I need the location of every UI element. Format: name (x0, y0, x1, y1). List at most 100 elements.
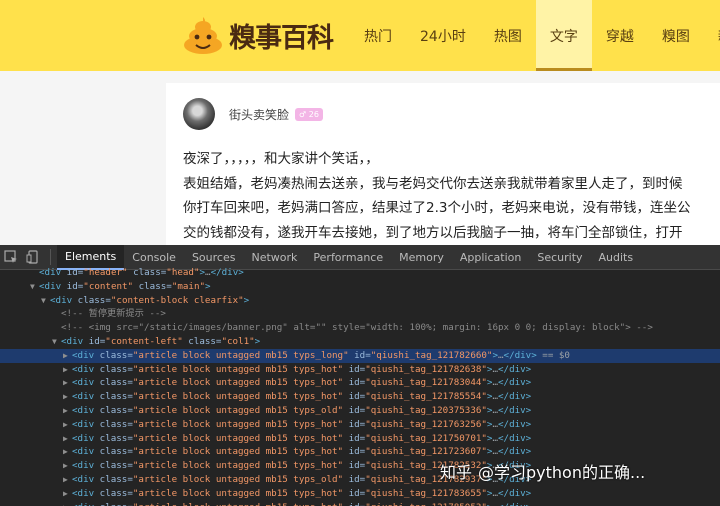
dom-node[interactable]: ▼ <div id="content" class="main"> (0, 280, 720, 294)
dom-node[interactable]: ▶<div class="article block untagged mb15… (0, 445, 720, 459)
dom-token: <div (72, 487, 100, 499)
nav-item[interactable]: 24小时 (406, 0, 480, 71)
collapse-arrow-icon[interactable]: ▶ (63, 390, 72, 404)
author-name[interactable]: 街头卖笑脸 (229, 106, 289, 123)
collapse-arrow-icon[interactable]: ▶ (63, 432, 72, 446)
collapse-arrow-icon[interactable]: ▶ (63, 487, 72, 501)
dom-token: </div> (498, 391, 532, 403)
dom-token: "qiushi_tag_121783044" (365, 377, 487, 389)
dom-node[interactable]: ▶<div class="article block untagged mb15… (0, 376, 720, 390)
author-row: 街头卖笑脸 ♂ 26 (183, 98, 323, 130)
expand-arrow-icon[interactable]: ▼ (52, 335, 61, 349)
dom-token: "qiushi_tag_121763256" (365, 418, 487, 430)
dom-token: "qiushi_tag_121785053" (365, 502, 487, 506)
dom-token: <div (72, 404, 100, 416)
dom-token: <div (72, 473, 100, 485)
dom-token: "qiushi_tag_121782638" (365, 363, 487, 375)
dom-token: "article block untagged mb15 typs_hot" (132, 487, 344, 499)
dom-node[interactable]: ▶<div class="article block untagged mb15… (0, 390, 720, 404)
collapse-arrow-icon[interactable]: ▶ (63, 376, 72, 390)
dom-token: "article block untagged mb15 typs_hot" (132, 418, 344, 430)
expand-arrow-icon[interactable]: ▼ (30, 280, 39, 294)
nav-item[interactable]: 糗图 (648, 0, 704, 71)
site-logo[interactable]: 糗事百科 (182, 13, 334, 57)
watermark-brand: 知乎 (440, 463, 473, 482)
dom-token: "article block untagged mb15 typs_hot" (132, 377, 344, 389)
nav-item[interactable]: 热图 (480, 0, 536, 71)
collapse-arrow-icon[interactable]: ▶ (63, 459, 72, 473)
collapse-arrow-icon[interactable]: ▶ (63, 501, 72, 506)
dom-node[interactable]: <!-- 暂停更新提示 --> (0, 307, 720, 321)
dom-token: class= (77, 294, 111, 306)
dom-token: </div> (503, 349, 537, 361)
expand-arrow-icon[interactable]: ▼ (41, 294, 50, 308)
dom-token: "content-block clearfix" (110, 294, 244, 306)
dom-node[interactable]: ▶<div class="article block untagged mb15… (0, 404, 720, 418)
dom-token: <div (72, 432, 100, 444)
dom-token: class= (182, 335, 222, 347)
dom-token: class= (127, 267, 167, 278)
poop-mascot-icon (182, 15, 224, 55)
dom-node[interactable]: ▶<div class="article block untagged mb15… (0, 418, 720, 432)
dom-token: </div> (498, 446, 532, 458)
dom-node[interactable]: ▶<div class="article block untagged mb15… (0, 363, 720, 377)
article-line: 表姐结婚，老妈凑热闹去送亲，我与老妈交代你去送亲我就带着家里人走了，到时候 (183, 175, 683, 192)
nav-item[interactable]: 热门 (350, 0, 406, 71)
dom-token: class= (99, 418, 133, 430)
collapse-arrow-icon[interactable]: ▶ (63, 473, 72, 487)
collapse-arrow-icon[interactable]: ▶ (63, 349, 72, 363)
dom-node[interactable]: <!-- <img src="/static/images/banner.png… (0, 321, 720, 335)
dom-token: id= (343, 432, 366, 444)
dom-node[interactable]: ▼ <div class="content-block clearfix"> (0, 294, 720, 308)
dom-token: </div> (498, 363, 532, 375)
nav-item[interactable]: 文字 (535, 0, 592, 71)
dom-token: == $0 (536, 349, 570, 361)
dom-token: "qiushi_tag_121785554" (365, 391, 487, 403)
nav-item[interactable]: 穿越 (592, 0, 648, 71)
collapse-arrow-icon[interactable]: ▶ (63, 404, 72, 418)
nav-item[interactable]: 新鲜 (704, 0, 720, 71)
dom-node[interactable]: <div id="header" class="head">…</div> (0, 266, 720, 280)
dom-token: "header" (83, 267, 128, 278)
dom-token: class= (99, 404, 133, 416)
dom-token: class= (99, 363, 133, 375)
watermark-handle: @学习python的正确... (478, 463, 646, 482)
dom-token: id= (343, 404, 366, 416)
article-card: 街头卖笑脸 ♂ 26 夜深了，，，，，和大家讲个笑话，， 表姐结婚，老妈凑热闹去送… (166, 83, 720, 245)
dom-token: </div> (498, 404, 532, 416)
dom-token: </div> (498, 418, 532, 430)
collapse-arrow-icon[interactable]: ▶ (63, 418, 72, 432)
dom-token: </div> (498, 432, 532, 444)
dom-node[interactable]: ▶<div class="article block untagged mb15… (0, 432, 720, 446)
dom-token: "qiushi_tag_120375336" (365, 404, 487, 416)
dom-node[interactable]: ▶<div class="article block untagged mb15… (0, 487, 720, 501)
dom-node[interactable]: ▶<div class="article block untagged mb15… (0, 501, 720, 506)
dom-node[interactable]: ▼ <div id="content-left" class="col1"> (0, 335, 720, 349)
dom-token: </div> (498, 487, 532, 499)
article-line: 你打车回来吧，老妈满口答应，结果过了2.3个小时，老妈来电说，没有带钱，连坐公 (183, 200, 691, 216)
dom-token: id= (66, 267, 84, 278)
dom-node-selected[interactable]: ▶ <div class="article block untagged mb15… (0, 348, 720, 363)
dom-token: id= (343, 377, 366, 389)
dom-token: id= (348, 349, 371, 361)
dom-token: id= (343, 460, 366, 472)
dom-token: class= (133, 280, 172, 292)
dom-token: "article block untagged mb15 typs_long" (132, 349, 349, 361)
dom-token: "article block untagged mb15 typs_hot" (133, 502, 343, 506)
dom-token: "qiushi_tag_121750701" (365, 432, 487, 444)
dom-token: </div> (498, 377, 532, 389)
collapse-arrow-icon[interactable]: ▶ (63, 363, 72, 377)
avatar[interactable] (183, 98, 215, 130)
gender-age-badge: ♂ 26 (295, 107, 323, 121)
dom-token: <div (72, 502, 100, 506)
dom-token: "article block untagged mb15 typs_hot" (132, 391, 344, 403)
dom-token: <div (72, 446, 100, 458)
dom-token: "col1" (221, 335, 255, 347)
main-nav: 热门24小时热图文字穿越糗图新鲜 (350, 0, 720, 71)
collapse-arrow-icon[interactable]: ▶ (63, 445, 72, 459)
dom-token: <div (72, 349, 100, 361)
dom-token: "qiushi_tag_121782660" (370, 349, 493, 361)
dom-token: id= (343, 391, 366, 403)
dom-token: > (254, 335, 261, 347)
dom-token: <div (39, 267, 67, 278)
